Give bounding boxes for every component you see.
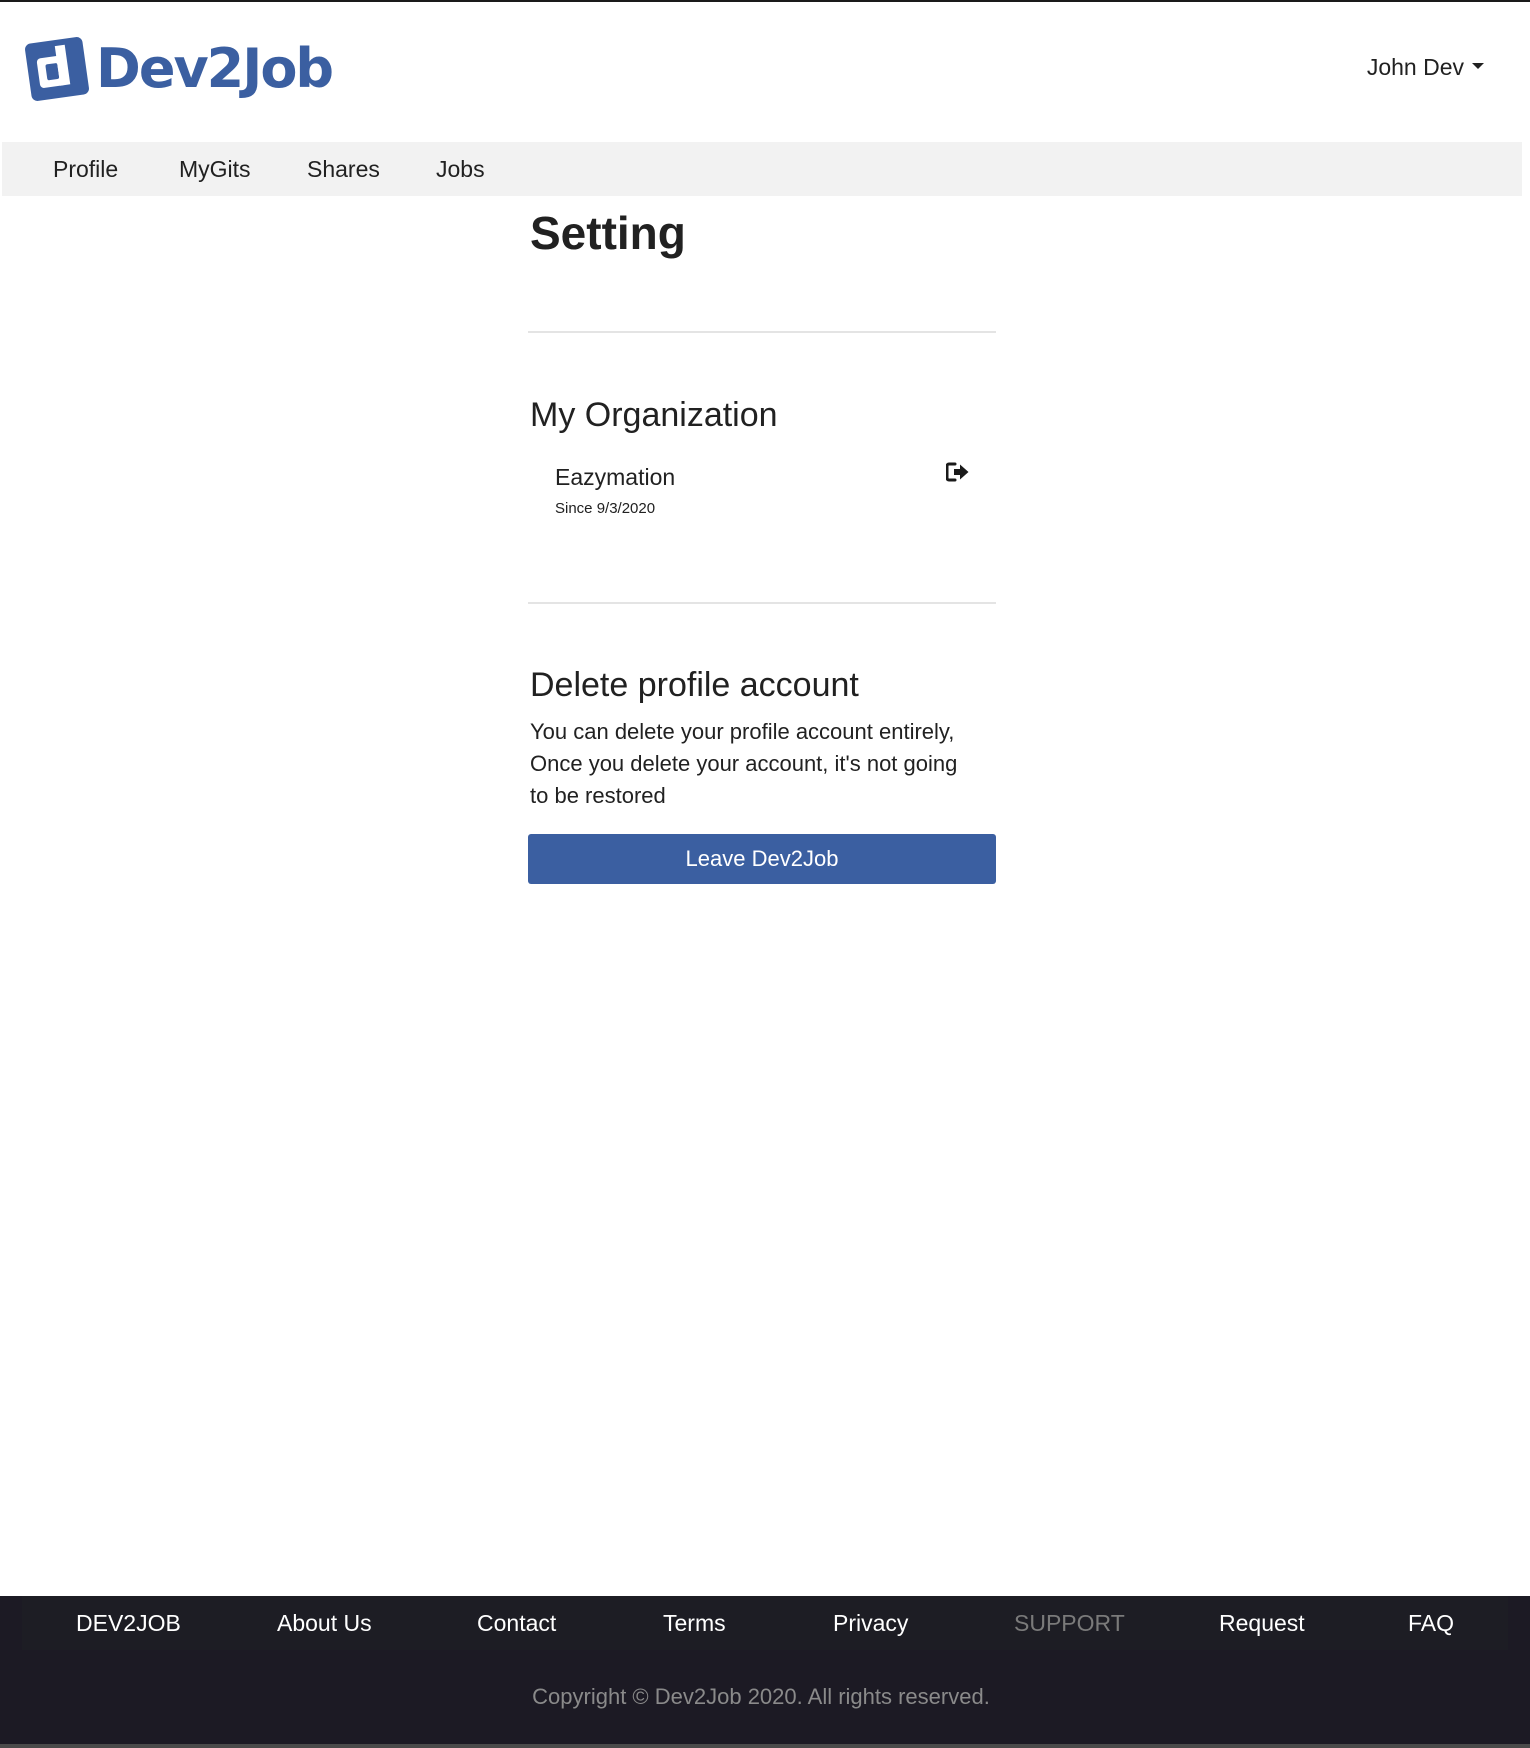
footer-link-contact[interactable]: Contact [477, 1596, 556, 1650]
sign-out-icon[interactable] [946, 462, 970, 482]
delete-account-heading: Delete profile account [530, 666, 859, 704]
logo-mark-icon [25, 37, 89, 101]
footer-nav: DEV2JOB About Us Contact Terms Privacy S… [22, 1596, 1508, 1650]
site-footer: DEV2JOB About Us Contact Terms Privacy S… [0, 1596, 1530, 1748]
leave-dev2job-button[interactable]: Leave Dev2Job [528, 834, 996, 884]
main-nav: Profile MyGits Shares Jobs [2, 142, 1522, 196]
leave-button-label: Leave Dev2Job [685, 846, 839, 871]
footer-link-request[interactable]: Request [1219, 1596, 1305, 1650]
footer-link-terms[interactable]: Terms [663, 1596, 726, 1650]
caret-down-icon [1472, 63, 1484, 69]
delete-account-description: You can delete your profile account enti… [530, 719, 958, 808]
copyright-notice: Copyright © Dev2Job 2020. All rights res… [532, 1684, 990, 1709]
bottom-border [0, 1744, 1530, 1748]
brand-logo[interactable]: Dev2Job [22, 30, 334, 108]
user-name: John Dev [1366, 54, 1464, 80]
site-header: Dev2Job John Dev [0, 2, 1530, 141]
user-menu-dropdown[interactable]: John Dev [1367, 54, 1484, 81]
footer-link-support[interactable]: SUPPORT [1014, 1596, 1125, 1650]
nav-item-jobs[interactable]: Jobs [436, 142, 485, 196]
page-title: Setting [530, 207, 686, 259]
nav-item-mygits[interactable]: MyGits [179, 142, 251, 196]
organization-since-date: Since 9/3/2020 [555, 500, 656, 517]
nav-item-shares[interactable]: Shares [307, 142, 380, 196]
organization-heading: My Organization [530, 396, 778, 434]
footer-link-dev2job[interactable]: DEV2JOB [76, 1596, 181, 1650]
organization-name: Eazymation [555, 464, 676, 490]
footer-link-about-us[interactable]: About Us [277, 1596, 372, 1650]
settings-page: Dev2Job John Dev Profile MyGits Shares J… [0, 0, 1530, 1748]
section-divider [528, 331, 996, 333]
footer-link-faq[interactable]: FAQ [1408, 1596, 1454, 1650]
logo-text: Dev2Job [96, 37, 334, 100]
nav-item-profile[interactable]: Profile [53, 142, 118, 196]
footer-link-privacy[interactable]: Privacy [833, 1596, 908, 1650]
section-divider [528, 602, 996, 604]
